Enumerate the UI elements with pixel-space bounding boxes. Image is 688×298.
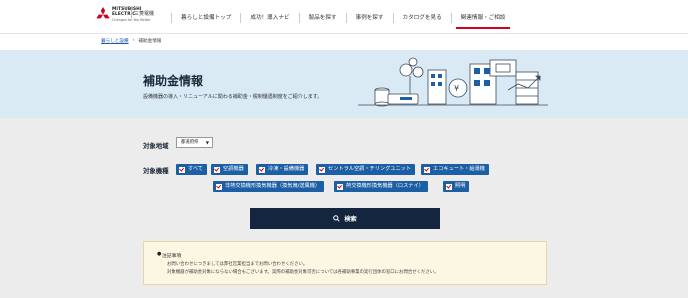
- notice-title: 注記事項: [162, 254, 182, 259]
- search-button-label: 検索: [344, 216, 357, 223]
- global-nav: 暮らしと設備トップ 成功！導入ナビ 製品を探す 事例を探す カタログを見る 関連…: [171, 13, 514, 29]
- breadcrumb-home-link[interactable]: 暮らしと設備: [101, 38, 129, 44]
- three-diamonds-logo-icon: [96, 7, 110, 19]
- nav-item-navi[interactable]: 成功！導入ナビ: [240, 13, 298, 23]
- chevron-down-icon: ▼: [205, 140, 209, 145]
- checkbox-checked-icon: [179, 166, 185, 173]
- region-select-value: 都道府県: [181, 140, 199, 145]
- checkbox-checked-icon: [424, 166, 430, 173]
- nav-item-related-info[interactable]: 関連情報・ご相談: [450, 13, 515, 29]
- notice-box: ● 注記事項 お問い合わせにつきましては弊社営業担当までお問い合わせください。 …: [143, 241, 547, 285]
- notice-line-1: お問い合わせにつきましては弊社営業担当までお問い合わせください。: [167, 262, 308, 267]
- category-button-lighting[interactable]: 照明: [443, 181, 470, 192]
- checkbox-checked-icon: [259, 166, 265, 173]
- region-label: 対象地域: [143, 142, 169, 150]
- hero-banner: 補助金情報 設備機器の導入・リニューアルに関わる補助金・税制優遇制度をご紹介しま…: [0, 50, 688, 118]
- svg-text:¥: ¥: [454, 84, 459, 93]
- nav-item-catalog[interactable]: カタログを見る: [392, 13, 451, 23]
- category-button-all[interactable]: すべて: [176, 164, 207, 175]
- category-button-ecocute[interactable]: エコキュート・給湯機: [421, 164, 489, 175]
- search-icon: [333, 215, 340, 222]
- nav-item-cases[interactable]: 事例を探す: [345, 13, 393, 23]
- breadcrumb-separator: ›: [132, 38, 135, 43]
- equipment-illustration-icon: ¥: [358, 57, 548, 107]
- category-button-refrigeration[interactable]: 冷凍・設備機器: [256, 164, 309, 175]
- category-button-central-aircon[interactable]: セントラル空調・チリングユニット: [316, 164, 416, 175]
- category-button-lossnay[interactable]: 熱交換機形換気機器（ロスナイ）: [334, 181, 428, 192]
- checkbox-checked-icon: [214, 166, 220, 173]
- category-label: 対象機種: [143, 167, 169, 175]
- checkbox-checked-icon: [216, 183, 222, 190]
- bullet-icon: ●: [157, 251, 162, 257]
- page-description: 設備機器の導入・リニューアルに関わる補助金・税制優遇制度をご紹介します。: [143, 94, 323, 100]
- search-button[interactable]: 検索: [250, 208, 440, 229]
- breadcrumb-current: 補助金情報: [138, 39, 162, 44]
- page-title: 補助金情報: [143, 74, 204, 88]
- site-header: MITSUBISHI ELECTRIC Changes for the Bett…: [0, 0, 688, 34]
- nav-item-products[interactable]: 製品を探す: [298, 13, 346, 23]
- category-button-non-heat-exchange-ventilation[interactable]: 非熱交換機形換気機器（換気扇/送風機）: [213, 181, 325, 192]
- brand-jp-name: 三菱電機: [134, 11, 155, 17]
- logo-divider: [131, 8, 132, 18]
- region-select[interactable]: 都道府県 ▼: [176, 137, 213, 148]
- breadcrumb: 暮らしと設備 › 補助金情報: [101, 38, 161, 44]
- category-button-aircon[interactable]: 空調機器: [211, 164, 248, 175]
- brand-slogan: Changes for the Better: [112, 18, 151, 22]
- checkbox-checked-icon: [319, 166, 325, 173]
- nav-item-home[interactable]: 暮らしと設備トップ: [171, 13, 240, 23]
- notice-line-2: 対象機器が補助金対象にならない場合もございます。実際の補助金対象可否については各…: [167, 270, 439, 275]
- checkbox-checked-icon: [337, 183, 343, 190]
- checkbox-checked-icon: [446, 183, 452, 190]
- mitsubishi-logo[interactable]: MITSUBISHI ELECTRIC Changes for the Bett…: [95, 6, 165, 28]
